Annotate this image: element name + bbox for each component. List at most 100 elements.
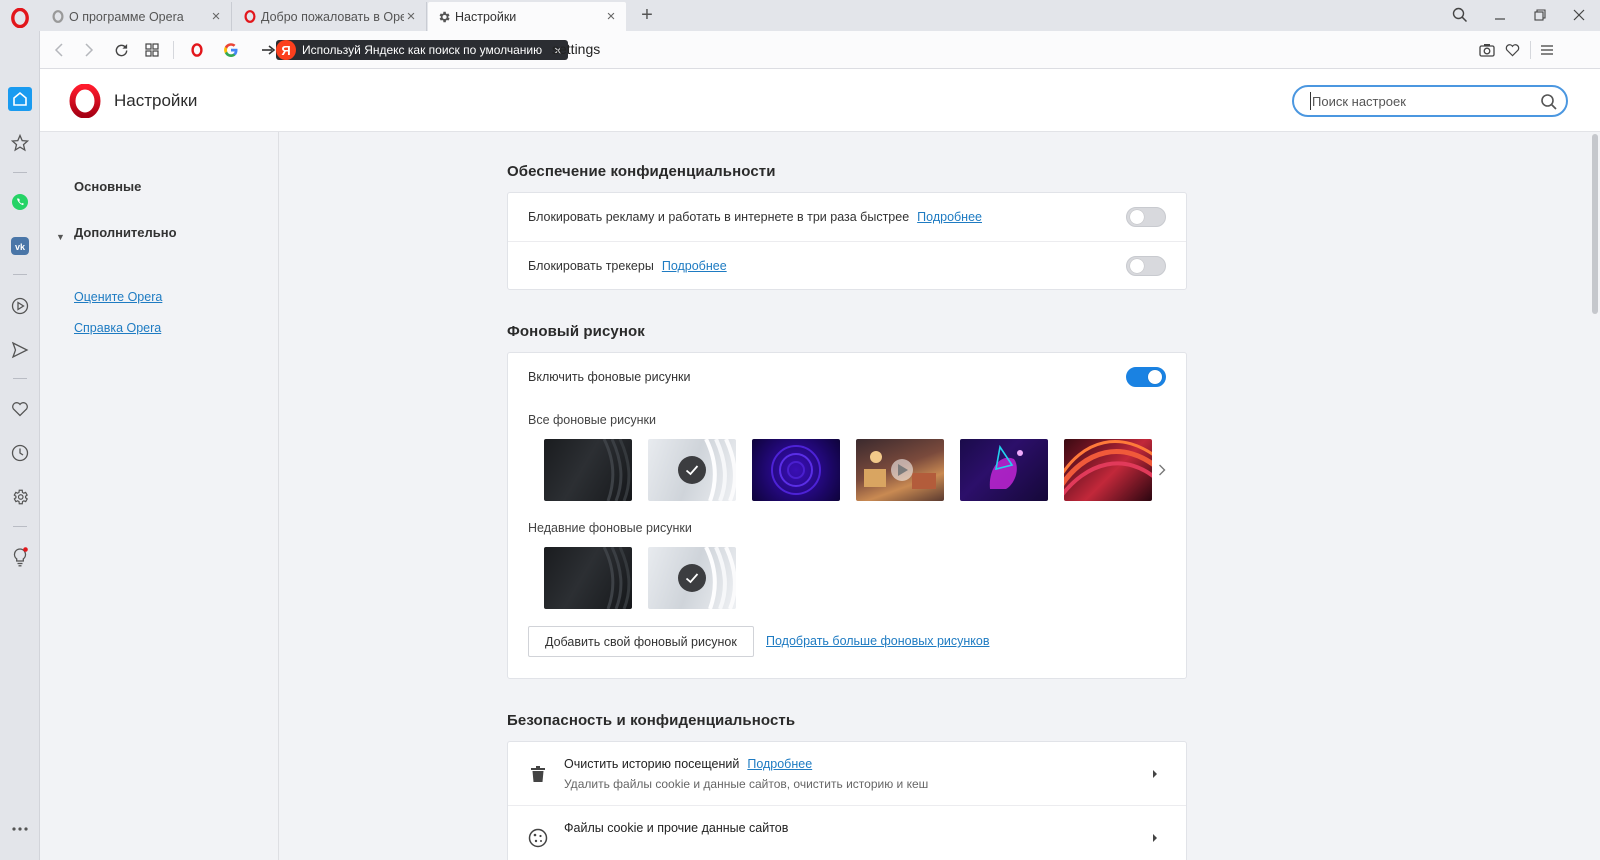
forward-icon[interactable] (78, 39, 100, 61)
wallpaper-thumb-dark[interactable] (544, 439, 632, 501)
tabs-grid-icon[interactable] (141, 39, 163, 61)
scrollbar-thumb[interactable] (1592, 134, 1598, 314)
yandex-promo[interactable]: Я Используй Яндекс как поиск по умолчани… (262, 40, 568, 60)
recent-thumb-light-selected[interactable] (648, 547, 736, 609)
more-icon[interactable] (8, 817, 32, 841)
address-bar: Я Используй Яндекс как поиск по умолчани… (40, 31, 1600, 69)
opera-help-link[interactable]: Справка Opera (74, 321, 161, 335)
tab-search-icon[interactable] (1448, 4, 1472, 26)
player-icon[interactable] (8, 294, 32, 318)
learn-more-link[interactable]: Подробнее (917, 210, 982, 224)
nav-advanced[interactable]: Дополнительно (74, 225, 177, 240)
divider (13, 378, 27, 379)
settings-header: Настройки (40, 69, 1600, 132)
tracker-label: Блокировать трекеры Подробнее (528, 259, 727, 273)
opera-tab-icon (243, 10, 257, 24)
adblock-label: Блокировать рекламу и работать в интерне… (528, 210, 982, 224)
divider (173, 41, 174, 59)
camera-icon[interactable] (1476, 39, 1498, 61)
divider (13, 526, 27, 527)
recent-wallpapers-label: Недавние фоновые рисунки (528, 521, 692, 535)
lightbulb-icon[interactable] (8, 545, 32, 569)
opera-tab-icon (51, 10, 65, 24)
wallpaper-thumb-video[interactable] (856, 439, 944, 501)
wallpaper-card: Включить фоновые рисунки Все фоновые рис… (507, 352, 1187, 679)
history-icon[interactable] (8, 441, 32, 465)
divider (1530, 41, 1531, 59)
opera-logo-icon (69, 84, 101, 118)
wallpaper-thumb-red[interactable] (1064, 439, 1152, 501)
heart-icon[interactable] (1501, 39, 1523, 61)
clear-history-title: Очистить историю посещений Подробнее (564, 757, 813, 771)
wallpaper-purple-image (771, 445, 821, 495)
all-wallpapers-label: Все фоновые рисунки (528, 413, 656, 427)
close-tab-icon[interactable]: × (604, 9, 618, 24)
tab-title: О программе Opera (69, 9, 184, 24)
vk-icon[interactable]: vk (8, 234, 32, 258)
gear-icon (437, 10, 451, 24)
wallpaper-thumb-light-selected[interactable] (648, 439, 736, 501)
arrow-right-icon (262, 45, 276, 55)
divider (13, 172, 27, 173)
close-window-icon[interactable] (1567, 4, 1591, 26)
clear-history-row[interactable]: Очистить историю посещений Подробнее Удал… (508, 742, 1186, 806)
heart-icon[interactable] (8, 397, 32, 421)
wallpaper-toggle[interactable] (1126, 367, 1166, 387)
section-title-privacy: Обеспечение конфиденциальности (507, 163, 776, 180)
scrollbar[interactable] (1590, 132, 1600, 860)
rate-opera-link[interactable]: Оцените Opera (74, 290, 162, 304)
google-icon (220, 39, 242, 61)
more-wallpapers-link[interactable]: Подобрать больше фоновых рисунков (766, 634, 989, 648)
tab-about-opera[interactable]: О программе Opera × (42, 2, 232, 31)
reload-icon[interactable] (110, 39, 132, 61)
close-tab-icon[interactable]: × (404, 9, 418, 24)
caret-down-icon[interactable]: ▼ (56, 232, 65, 242)
sidebar: vk (0, 31, 40, 860)
selected-check-icon (678, 456, 706, 484)
yandex-icon: Я (276, 40, 296, 60)
tracker-toggle[interactable] (1126, 256, 1166, 276)
settings-gear-icon[interactable] (8, 485, 32, 509)
settings-search[interactable] (1292, 85, 1568, 117)
tab-welcome[interactable]: Добро пожаловать в Opera × (234, 2, 427, 31)
tab-settings[interactable]: Настройки × (428, 2, 626, 31)
learn-more-link[interactable]: Подробнее (747, 757, 812, 771)
settings-content: Обеспечение конфиденциальности Блокирова… (280, 132, 1580, 860)
wallpaper-red-image (1064, 440, 1152, 496)
chevron-right-icon (1153, 770, 1157, 778)
close-tab-icon[interactable]: × (209, 9, 223, 24)
back-icon[interactable] (48, 39, 70, 61)
promo-text: Используй Яндекс как поиск по умолчанию (302, 43, 543, 57)
opera-menu-button[interactable] (9, 7, 31, 29)
settings-nav: Основные ▼ Дополнительно Оцените Opera С… (40, 132, 279, 860)
privacy-card: Блокировать рекламу и работать в интерне… (507, 192, 1187, 290)
clear-history-desc: Удалить файлы cookie и данные сайтов, оч… (564, 777, 929, 791)
wallpaper-thumb-purple[interactable] (752, 439, 840, 501)
url-field[interactable]: settings (552, 41, 600, 57)
send-icon[interactable] (8, 338, 32, 362)
search-input[interactable] (1310, 92, 1536, 110)
learn-more-link[interactable]: Подробнее (662, 259, 727, 273)
new-tab-button[interactable]: + (636, 5, 658, 27)
wallpaper-neon-image (989, 444, 1023, 489)
adblock-row: Блокировать рекламу и работать в интерне… (508, 193, 1186, 242)
cookies-row[interactable]: Файлы cookie и прочие данные сайтов (508, 806, 1186, 860)
add-wallpaper-button[interactable]: Добавить свой фоновый рисунок (528, 626, 754, 657)
search-icon[interactable] (1540, 93, 1558, 111)
selected-check-icon (678, 564, 706, 592)
minimize-icon[interactable] (1488, 4, 1512, 26)
nav-basic[interactable]: Основные (74, 179, 141, 194)
tab-title: Добро пожаловать в Opera (261, 9, 404, 24)
home-icon[interactable] (8, 87, 32, 111)
wallpaper-thumb-neon[interactable] (960, 439, 1048, 501)
whatsapp-icon[interactable] (8, 190, 32, 214)
adblock-toggle[interactable] (1126, 207, 1166, 227)
promo-bubble[interactable]: Я Используй Яндекс как поиск по умолчани… (276, 40, 568, 60)
chevron-right-icon[interactable] (1154, 462, 1170, 478)
easy-setup-icon[interactable] (1536, 39, 1558, 61)
recent-thumb-dark[interactable] (544, 547, 632, 609)
wallpaper-enable-label: Включить фоновые рисунки (528, 370, 691, 384)
trash-icon (528, 764, 548, 784)
star-icon[interactable] (8, 131, 32, 155)
restore-icon[interactable] (1528, 4, 1552, 26)
